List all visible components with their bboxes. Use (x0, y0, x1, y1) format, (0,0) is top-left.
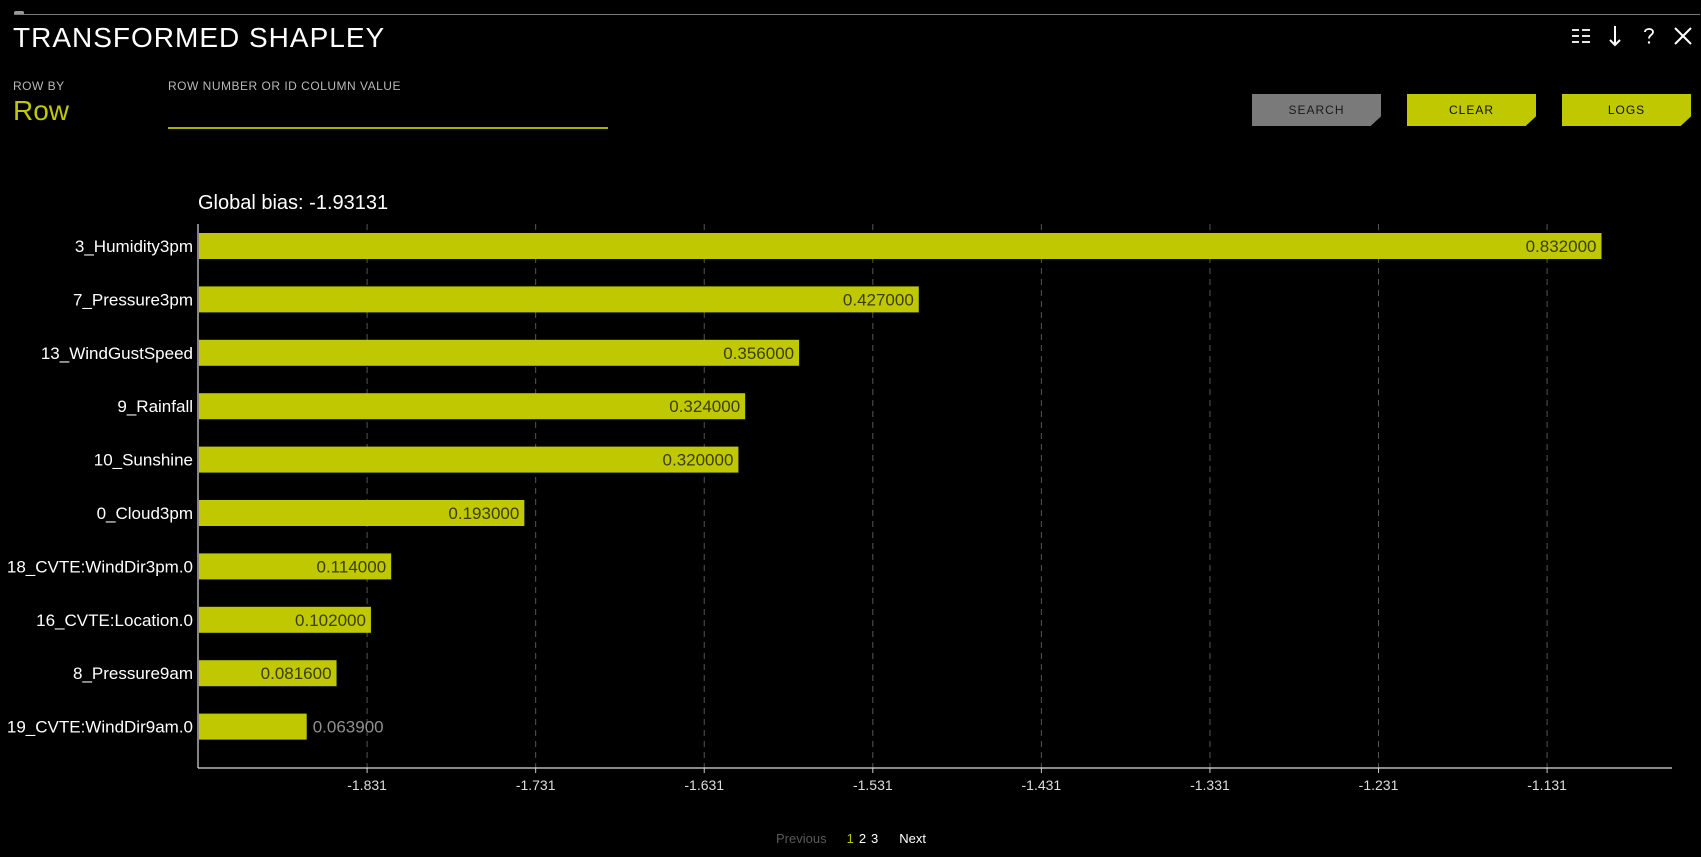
bar (199, 393, 746, 420)
bar (199, 286, 919, 313)
pagination: Previous 1 2 3 Next (776, 831, 926, 846)
page-link-1[interactable]: 1 (847, 831, 854, 846)
x-tick-label: -1.631 (684, 777, 724, 793)
x-tick-label: -1.131 (1527, 777, 1567, 793)
page-link-3[interactable]: 3 (871, 831, 878, 846)
bar-value-label: 0.320000 (663, 451, 734, 470)
bar-value-label: 0.114000 (317, 557, 387, 576)
x-tick-label: -1.231 (1359, 777, 1399, 793)
next-page-link[interactable]: Next (899, 831, 926, 846)
y-category-label: 19_CVTE:WindDir9am.0 (7, 718, 193, 737)
bar-value-label: 0.832000 (1526, 237, 1597, 256)
y-category-label: 0_Cloud3pm (97, 504, 193, 523)
bar-value-label: 0.356000 (723, 344, 794, 363)
bar (199, 233, 1602, 259)
y-category-label: 10_Sunshine (94, 451, 193, 470)
shapley-bar-chart: -1.831 -1.731 -1.631 -1.531 -1.431 -1.331 -1.2… (7, 224, 1672, 793)
page-link-2[interactable]: 2 (859, 831, 866, 846)
previous-page-link[interactable]: Previous (776, 831, 827, 846)
y-category-label: 18_CVTE:WindDir3pm.0 (7, 557, 193, 576)
x-tick-label: -1.831 (347, 777, 387, 793)
x-tick-label: -1.531 (853, 777, 893, 793)
y-category-label: 9_Rainfall (117, 397, 193, 416)
bar-value-label: 0.102000 (295, 611, 366, 630)
y-category-label: 7_Pressure3pm (73, 290, 193, 309)
x-tick-label: -1.731 (516, 777, 556, 793)
x-tick-label: -1.431 (1022, 777, 1062, 793)
y-category-label: 3_Humidity3pm (75, 237, 193, 256)
y-category-label: 8_Pressure9am (73, 664, 193, 683)
y-category-label: 13_WindGustSpeed (41, 344, 193, 363)
y-category-label: 16_CVTE:Location.0 (36, 611, 193, 630)
bar (199, 713, 307, 740)
bar-value-label: 0.324000 (669, 397, 740, 416)
x-tick-label: -1.331 (1190, 777, 1230, 793)
bar-value-label: 0.063900 (313, 718, 384, 737)
bar (199, 446, 739, 473)
bar-value-label: 0.427000 (843, 290, 914, 309)
bar-value-label: 0.081600 (261, 664, 332, 683)
bar (199, 339, 800, 366)
bar-value-label: 0.193000 (448, 504, 519, 523)
